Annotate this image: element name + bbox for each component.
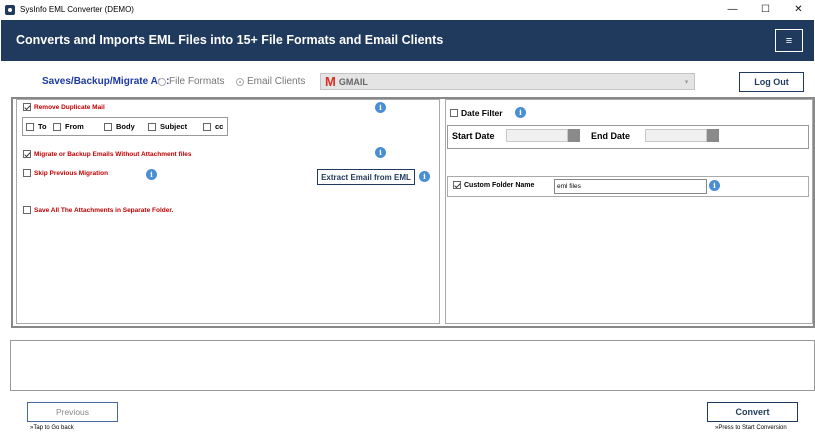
save-attachments-label: Save All The Attachments in Separate Fol… xyxy=(34,206,174,214)
previous-button[interactable]: Previous xyxy=(27,402,118,422)
field-from-label: From xyxy=(65,122,84,131)
start-date-input[interactable] xyxy=(506,129,568,142)
log-area xyxy=(10,340,815,391)
info-icon[interactable]: i xyxy=(375,102,386,113)
field-body-label: Body xyxy=(116,122,135,131)
radio-file-formats-label: File Formats xyxy=(169,76,225,87)
radio-email-clients-label: Email Clients xyxy=(247,76,306,87)
skip-previous-option[interactable]: Skip Previous Migration xyxy=(23,169,108,177)
field-subject-label: Subject xyxy=(160,122,188,131)
field-to-label: To xyxy=(38,122,47,131)
end-date-input[interactable] xyxy=(645,129,707,142)
convert-button[interactable]: Convert xyxy=(707,402,798,422)
checkbox-icon[interactable] xyxy=(53,122,61,131)
title-bar: SysInfo EML Converter (DEMO) — ☐ ✕ xyxy=(0,0,815,19)
migrate-without-attachment-option[interactable]: Migrate or Backup Emails Without Attachm… xyxy=(23,150,192,158)
custom-folder-option[interactable]: Custom Folder Name xyxy=(453,181,534,189)
radio-selected-icon xyxy=(236,77,244,86)
checkbox-icon[interactable] xyxy=(26,122,34,131)
convert-hint: »Press to Start Conversion xyxy=(715,425,787,431)
date-filter-option[interactable]: Date Filter xyxy=(450,108,503,118)
email-client-select[interactable]: M GMAIL ▾ xyxy=(320,73,695,90)
extract-email-button[interactable]: Extract Email from EML xyxy=(317,169,415,185)
radio-icon xyxy=(158,77,166,86)
field-body[interactable]: Body xyxy=(104,122,135,131)
field-to[interactable]: To xyxy=(26,122,47,131)
field-cc[interactable]: cc xyxy=(203,122,223,131)
hamburger-icon: ≡ xyxy=(785,34,793,47)
radio-file-formats[interactable]: File Formats xyxy=(158,76,225,87)
logout-button[interactable]: Log Out xyxy=(739,72,804,92)
migrate-without-attachment-label: Migrate or Backup Emails Without Attachm… xyxy=(34,150,192,158)
previous-hint: »Tap to Go back xyxy=(30,425,74,431)
maximize-button[interactable]: ☐ xyxy=(749,0,782,19)
remove-duplicate-label: Remove Duplicate Mail xyxy=(34,103,105,111)
info-icon[interactable]: i xyxy=(515,107,526,118)
chevron-down-icon[interactable]: ▾ xyxy=(681,76,692,87)
saves-as-label: Saves/Backup/Migrate As : xyxy=(42,76,170,87)
radio-email-clients[interactable]: Email Clients xyxy=(236,76,305,87)
checkbox-icon[interactable] xyxy=(104,122,112,131)
calendar-icon[interactable] xyxy=(707,129,719,142)
info-icon[interactable]: i xyxy=(709,180,720,191)
custom-folder-label: Custom Folder Name xyxy=(464,181,535,189)
info-icon[interactable]: i xyxy=(375,147,386,158)
window-title: SysInfo EML Converter (DEMO) xyxy=(20,5,134,14)
field-from[interactable]: From xyxy=(53,122,84,131)
checkbox-icon[interactable] xyxy=(148,122,156,131)
window-controls: — ☐ ✕ xyxy=(716,0,815,19)
header-banner: Converts and Imports EML Files into 15+ … xyxy=(1,20,814,61)
minimize-button[interactable]: — xyxy=(716,0,749,19)
info-icon[interactable]: i xyxy=(419,171,430,182)
field-subject[interactable]: Subject xyxy=(148,122,187,131)
checkbox-icon[interactable] xyxy=(203,122,211,131)
checkbox-checked-icon[interactable] xyxy=(453,181,461,189)
checkbox-icon[interactable] xyxy=(450,109,458,117)
checkbox-icon[interactable] xyxy=(23,169,31,177)
field-cc-label: cc xyxy=(215,122,224,131)
calendar-icon[interactable] xyxy=(568,129,580,142)
email-client-value: GMAIL xyxy=(338,76,368,87)
checkbox-icon[interactable] xyxy=(23,206,31,214)
custom-folder-input[interactable]: eml files xyxy=(554,179,707,194)
remove-duplicate-option[interactable]: Remove Duplicate Mail xyxy=(23,103,105,111)
close-button[interactable]: ✕ xyxy=(782,0,815,19)
app-icon xyxy=(5,4,15,15)
menu-button[interactable]: ≡ xyxy=(775,29,803,52)
skip-previous-label: Skip Previous Migration xyxy=(34,169,109,177)
start-date-label: Start Date xyxy=(452,131,495,141)
gmail-icon: M xyxy=(325,74,336,89)
save-attachments-option[interactable]: Save All The Attachments in Separate Fol… xyxy=(23,206,173,214)
end-date-label: End Date xyxy=(591,131,631,141)
header-title: Converts and Imports EML Files into 15+ … xyxy=(16,33,444,47)
date-filter-label: Date Filter xyxy=(461,108,503,118)
info-icon[interactable]: i xyxy=(146,169,157,180)
checkbox-checked-icon[interactable] xyxy=(23,103,31,111)
checkbox-checked-icon[interactable] xyxy=(23,150,31,158)
